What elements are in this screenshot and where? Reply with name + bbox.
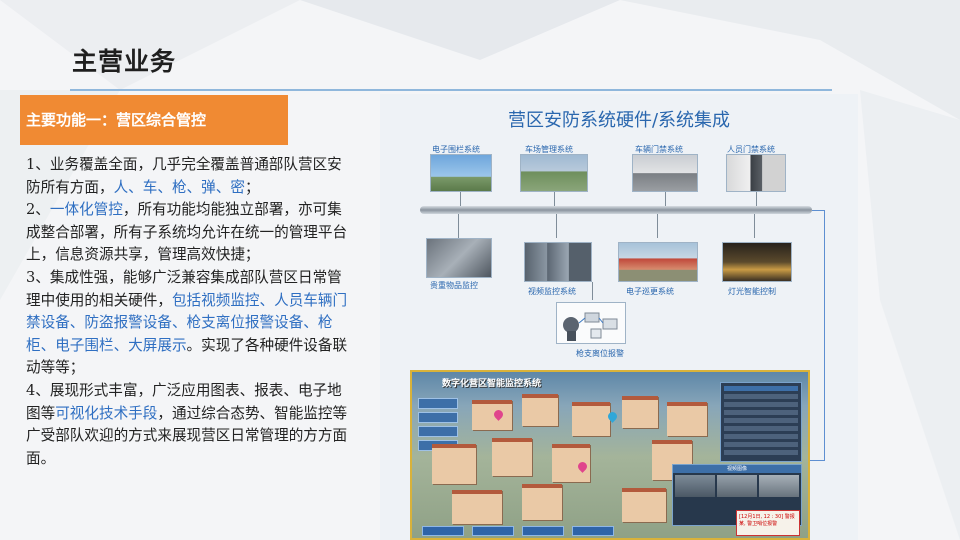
screen-bottom-button [572, 526, 614, 536]
patrol-system-image [618, 242, 698, 282]
status-table-panel [720, 382, 802, 462]
lighting-control-image [722, 242, 792, 282]
desc-text: 2、 [26, 201, 50, 219]
desc-point-1: 1、业务覆盖全面，几乎完全覆盖普通部队营区安防所有方面，人、车、枪、弹、密； [26, 154, 356, 199]
building [622, 396, 658, 428]
parking-management-image [520, 154, 588, 192]
gun-alarm-icon [563, 312, 618, 341]
screen-bottom-button [422, 526, 464, 536]
desc-point-4: 4、展现形式丰富，广泛应用图表、报表、电子地图等可视化技术手段，通过综合态势、智… [26, 380, 356, 470]
building [492, 438, 532, 476]
alarm-text: [12月1日, 12 : 30] 警报 某, 警卫哨位报警 [739, 514, 795, 527]
integration-diagram: 营区安防系统硬件/系统集成 电子围栏系统 车场管理系统 车辆门禁系统 人员门禁系… [380, 94, 858, 540]
desc-point-2: 2、一体化管控，所有功能均能独立部署，亦可集成整合部署，所有子系统均允许在统一的… [26, 199, 356, 267]
building [452, 490, 502, 524]
screen-menu-tab [418, 398, 458, 409]
label-gun-alarm: 枪支离位报警 [576, 349, 624, 358]
camera-feed [717, 475, 757, 497]
connector [657, 214, 658, 238]
gun-alarm-image [556, 302, 626, 344]
title-divider [70, 89, 832, 91]
valuables-monitor-image [426, 238, 492, 278]
connector [756, 192, 757, 206]
building [472, 400, 512, 430]
screen-bottom-button [472, 526, 514, 536]
connector [665, 192, 666, 206]
desc-highlight: 人、车、枪、弹、密 [113, 178, 245, 196]
video-monitor-image [524, 242, 592, 282]
personnel-access-image [726, 154, 786, 192]
building [522, 484, 562, 520]
label-valuables-monitor: 贵重物品监控 [430, 281, 478, 290]
connector [754, 214, 755, 238]
screen-menu-tab [418, 412, 458, 423]
building [522, 394, 558, 426]
connector [556, 214, 557, 238]
screen-bottom-button [522, 526, 564, 536]
building [622, 488, 666, 522]
camera-feed [675, 475, 715, 497]
function-banner-label: 主要功能一：营区综合管控 [26, 111, 207, 129]
desc-point-3: 3、集成性强，能够广泛兼容集成部队营区日常管理中使用的相关硬件，包括视频监控、人… [26, 267, 356, 380]
function-banner: 主要功能一：营区综合管控 [20, 95, 288, 145]
label-video-monitor: 视频监控系统 [528, 287, 576, 296]
function-description: 1、业务覆盖全面，几乎完全覆盖普通部队营区安防所有方面，人、车、枪、弹、密； 2… [26, 154, 356, 470]
screen-title: 数字化营区智能监控系统 [442, 379, 542, 389]
screen-menu-tab [418, 426, 458, 437]
feedback-connector [810, 460, 824, 461]
camera-feed [759, 475, 799, 497]
connector [554, 192, 555, 206]
label-patrol-system: 电子巡更系统 [626, 287, 674, 296]
integration-bus [420, 206, 812, 214]
connector [592, 282, 593, 300]
building [667, 402, 707, 436]
alarm-popup: [12月1日, 12 : 30] 警报 某, 警卫哨位报警 [736, 510, 800, 536]
electronic-fence-image [430, 154, 492, 192]
desc-highlight: 可视化技术手段 [55, 404, 158, 422]
feedback-connector [812, 210, 825, 461]
desc-text: ； [244, 178, 260, 196]
page-title: 主营业务 [72, 47, 177, 76]
building [432, 444, 476, 484]
label-lighting-control: 灯光智能控制 [728, 287, 776, 296]
desc-highlight: 一体化管控 [49, 201, 123, 219]
vehicle-access-image [632, 154, 698, 192]
video-panel-title: 视频图像 [673, 465, 801, 473]
diagram-title: 营区安防系统硬件/系统集成 [507, 110, 731, 131]
connector [458, 214, 459, 238]
monitoring-screen: 数字化营区智能监控系统 视频图像 [12月1日, 12: 30] 警报 某, … [410, 370, 810, 540]
building [572, 402, 610, 436]
connector [460, 192, 461, 206]
